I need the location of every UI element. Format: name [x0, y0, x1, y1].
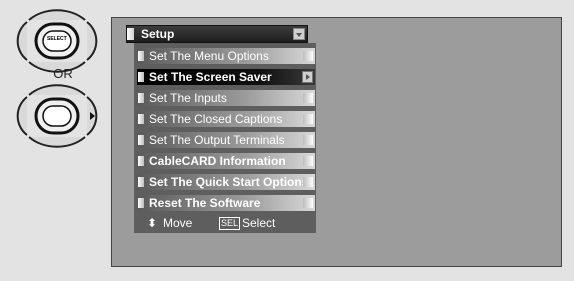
menu-item-label: Set The Screen Saver	[149, 70, 272, 84]
or-label: OR	[53, 66, 73, 81]
menu-item-label: CableCARD Information	[149, 154, 286, 168]
menu-title-bar[interactable]: Setup	[126, 25, 308, 43]
menu-item-label: Set The Inputs	[149, 91, 227, 105]
menu-item-quick-start-options[interactable]: Set The Quick Start Options	[137, 174, 315, 190]
menu-item-label: Set The Quick Start Options	[149, 175, 309, 189]
sel-key-icon: SEL	[219, 217, 241, 230]
menu-item-screen-saver[interactable]: Set The Screen Saver	[137, 69, 315, 85]
menu-item-cablecard-information[interactable]: CableCARD Information	[137, 153, 315, 169]
menu-item-output-terminals[interactable]: Set The Output Terminals	[137, 132, 315, 148]
title-cap	[127, 28, 134, 40]
menu-item-menu-options[interactable]: Set The Menu Options	[137, 48, 315, 64]
select-label: Select	[242, 216, 276, 230]
menu-item-label: Reset The Software	[149, 196, 261, 210]
menu-item-inputs[interactable]: Set The Inputs	[137, 90, 315, 106]
menu-item-closed-captions[interactable]: Set The Closed Captions	[137, 111, 315, 127]
menu-item-label: Set The Closed Captions	[149, 112, 283, 126]
menu-item-label: Set The Menu Options	[149, 49, 269, 63]
select-button-label: SELECT	[47, 36, 67, 42]
remote-illustration: SELECT OR	[0, 0, 110, 276]
menu-item-reset-software[interactable]: Reset The Software	[137, 195, 315, 211]
chevron-right-icon	[302, 71, 313, 83]
move-arrows-icon: ⬍	[147, 216, 158, 230]
status-bar: ⬍ Move SEL Select	[137, 215, 315, 232]
chevron-down-icon	[293, 28, 305, 40]
menu-item-label: Set The Output Terminals	[149, 133, 285, 147]
move-label: Move	[163, 216, 193, 230]
remote-arrow-dpad	[16, 84, 98, 148]
menu-title: Setup	[141, 27, 175, 41]
